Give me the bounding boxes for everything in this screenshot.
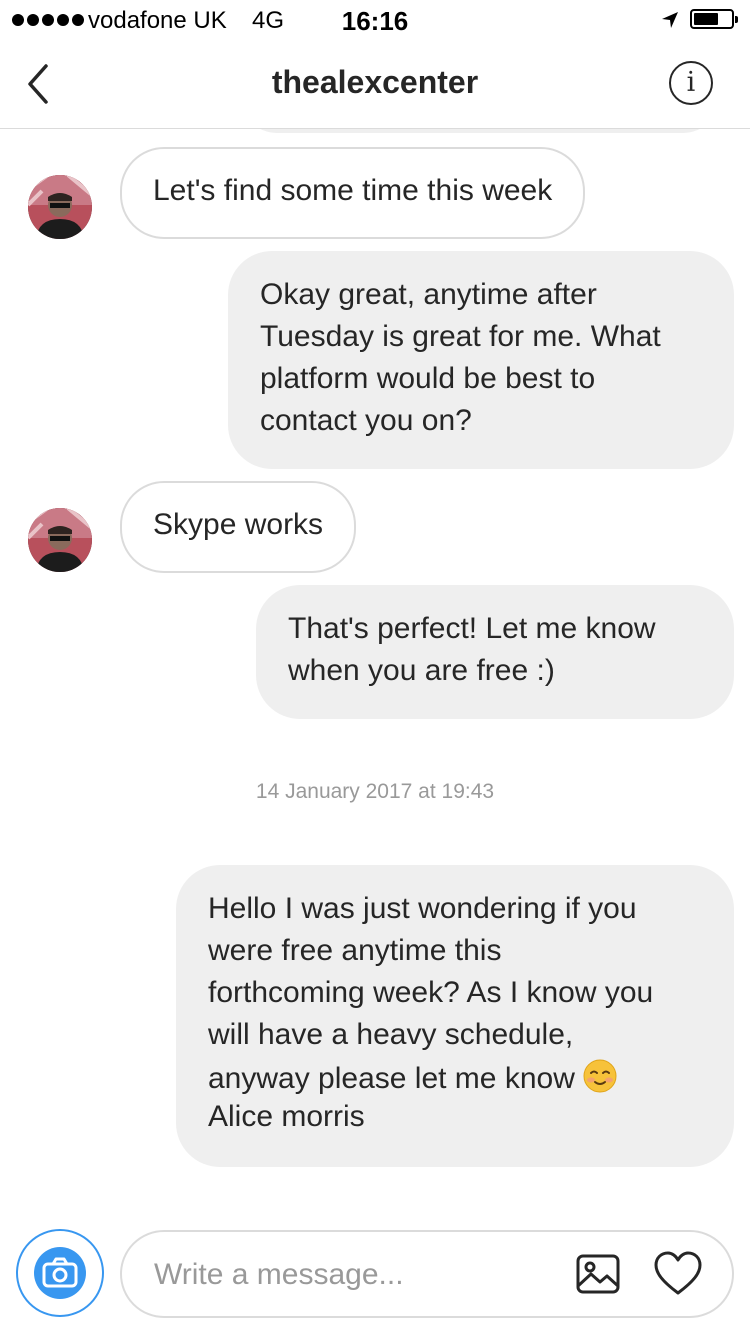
message-thread[interactable]: Let's find some time this week Okay grea… <box>0 129 750 1209</box>
outgoing-message-bubble[interactable]: Okay great, anytime after Tuesday is gre… <box>228 251 734 469</box>
avatar-photo <box>28 175 92 239</box>
camera-button[interactable] <box>16 1229 104 1317</box>
camera-icon-bg <box>34 1247 86 1299</box>
avatar[interactable] <box>28 175 92 239</box>
message-line: Alice morris <box>208 1100 365 1133</box>
avatar[interactable] <box>28 508 92 572</box>
message-line: platform would be best to <box>260 362 596 395</box>
message-text: Let's find some time this week <box>153 174 553 207</box>
message-line: Tuesday is great for me. What <box>260 320 661 353</box>
battery-icon <box>690 9 738 29</box>
message-line: anyway please let me know <box>208 1062 575 1095</box>
incoming-message-bubble[interactable]: Skype works <box>120 481 357 573</box>
image-icon[interactable] <box>574 1250 622 1298</box>
message-row: Skype works <box>0 481 750 575</box>
previous-message-bubble <box>240 129 720 133</box>
message-line: Hello I was just wondering if you <box>208 892 637 925</box>
camera-icon <box>42 1257 78 1288</box>
status-bar: vodafone UK 4G 16:16 <box>0 0 750 40</box>
message-line: That's perfect! Let me know <box>288 612 656 645</box>
info-icon: i <box>686 67 696 98</box>
message-text: Skype works <box>153 508 324 541</box>
message-composer <box>0 1215 750 1334</box>
incoming-message-bubble[interactable]: Let's find some time this week <box>120 147 586 239</box>
heart-icon[interactable] <box>652 1248 704 1300</box>
message-line: contact you on? <box>260 404 472 437</box>
avatar-photo <box>28 508 92 572</box>
message-line: forthcoming week? As I know you <box>208 976 654 1009</box>
conversation-title[interactable]: thealexcenter <box>0 64 750 101</box>
direct-message-screen: vodafone UK 4G 16:16 thealexcenter i Let… <box>0 0 750 1334</box>
outgoing-message-bubble[interactable]: Hello I was just wondering if you were f… <box>176 865 734 1167</box>
message-line: Okay great, anytime after <box>260 278 597 311</box>
status-time: 16:16 <box>341 6 409 36</box>
message-timestamp: 14 January 2017 at 19:43 <box>255 780 495 803</box>
info-button[interactable]: i <box>669 61 713 105</box>
message-line: when you are free :) <box>288 654 555 687</box>
chat-header: thealexcenter i <box>0 40 750 129</box>
message-line: were free anytime this <box>208 934 502 967</box>
outgoing-message-bubble[interactable]: That's perfect! Let me know when you are… <box>256 585 734 719</box>
message-line: will have a heavy schedule, <box>208 1018 574 1051</box>
message-input-container[interactable] <box>120 1230 734 1318</box>
message-input[interactable] <box>152 1250 556 1300</box>
smiling-face-icon <box>583 1059 617 1093</box>
message-row: Let's find some time this week <box>0 146 750 240</box>
location-arrow-icon <box>662 12 678 28</box>
